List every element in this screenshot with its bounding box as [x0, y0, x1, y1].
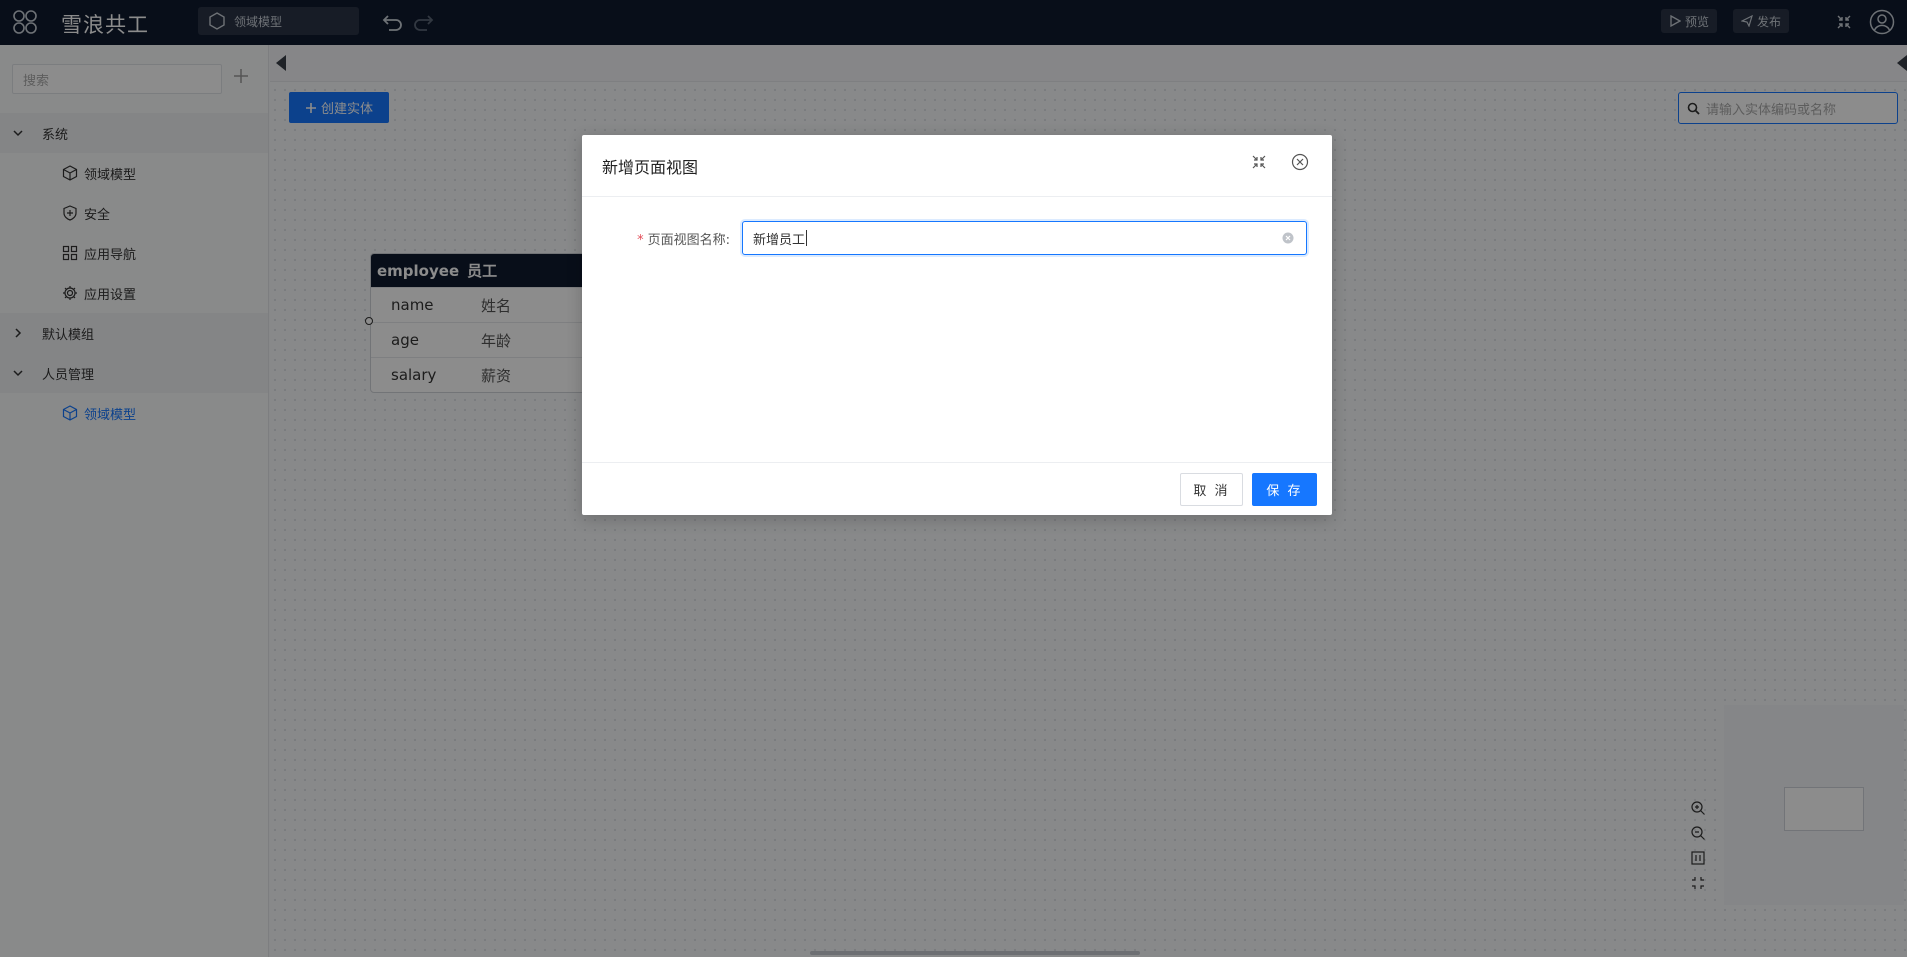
input-value: 新增员工 [753, 232, 806, 248]
dialog-footer: 取 消 保 存 [582, 462, 1332, 515]
page-view-name-row: * 页面视图名称: 新增员工 [582, 221, 1332, 255]
dialog-title: 新增页面视图 [602, 157, 699, 177]
field-label-text: 页面视图名称: [647, 232, 730, 248]
required-mark: * [637, 232, 644, 248]
page-view-name-label: * 页面视图名称: [582, 229, 742, 248]
dialog-header: 新增页面视图 [582, 135, 1332, 197]
close-icon[interactable] [1291, 153, 1309, 171]
add-page-view-dialog: 新增页面视图 * 页面视图名称: 新增员工 取 消 保 存 [582, 135, 1332, 515]
clear-icon[interactable] [1282, 232, 1294, 244]
maximize-icon[interactable] [1252, 155, 1266, 169]
cancel-button[interactable]: 取 消 [1180, 473, 1243, 506]
text-caret [806, 230, 808, 246]
page-view-name-input[interactable]: 新增员工 [742, 221, 1307, 255]
save-button[interactable]: 保 存 [1252, 473, 1317, 506]
